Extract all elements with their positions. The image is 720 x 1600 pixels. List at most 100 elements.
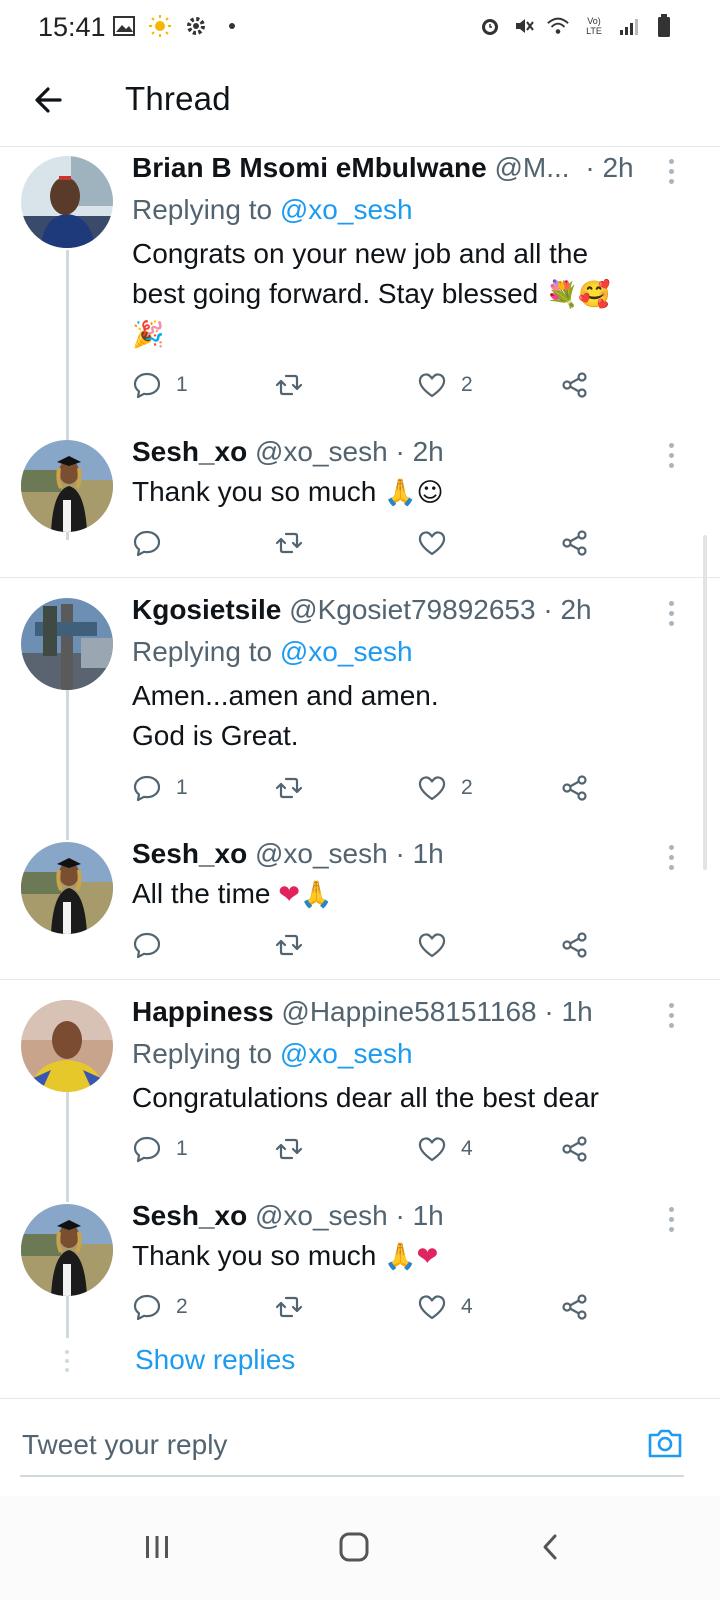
avatar[interactable] (21, 1204, 113, 1296)
tweet[interactable]: Happiness @Happine58151168 · 1h Replying… (0, 992, 720, 1202)
recent-apps-button[interactable] (134, 1524, 180, 1570)
tweet[interactable]: Sesh_xo @xo_sesh · 1h All the time ❤🙏 (0, 834, 720, 978)
more-options-button[interactable] (662, 598, 680, 628)
tweet-actions: 1 2 (132, 771, 602, 805)
share-button[interactable] (560, 928, 590, 962)
like-count: 2 (461, 373, 473, 396)
mention-link[interactable]: @xo_sesh (280, 1038, 413, 1069)
replying-to-label: Replying to (132, 1038, 273, 1069)
tweet-text-line: Congrats on your new job and all the (132, 238, 589, 269)
reply-icon (133, 775, 161, 802)
tweet[interactable]: Sesh_xo @xo_sesh · 2h Thank you so much … (0, 430, 720, 576)
divider (0, 979, 720, 980)
like-button[interactable]: 2 (417, 771, 473, 805)
emoji: ❤🙏 (278, 880, 333, 910)
tweet[interactable]: Brian B Msomi eMbulwane @M... · 2h Reply… (0, 150, 720, 540)
reply-icon (133, 932, 161, 959)
retweet-button[interactable] (274, 1132, 318, 1166)
home-icon (339, 1532, 369, 1562)
mention-link[interactable]: @xo_sesh (280, 636, 413, 667)
share-icon (562, 372, 587, 398)
tweet-time: 2h (560, 594, 592, 625)
avatar[interactable] (21, 842, 113, 934)
replying-to-label: Replying to (132, 194, 273, 225)
share-button[interactable] (560, 1132, 590, 1166)
tweet-text-line: best going forward. Stay blessed 💐🥰 (132, 278, 611, 310)
tweet-text-line: God is Great. (132, 720, 299, 751)
author-name[interactable]: Brian B Msomi eMbulwane (132, 152, 487, 183)
reply-icon (133, 530, 161, 557)
tweet-time: 1h (561, 996, 593, 1027)
author-name[interactable]: Sesh_xo (132, 838, 247, 869)
author-name[interactable]: Kgosietsile (132, 594, 281, 625)
more-options-button[interactable] (662, 842, 680, 872)
divider (0, 577, 720, 578)
author-handle[interactable]: @xo_sesh (255, 1200, 388, 1231)
retweet-button[interactable] (274, 928, 318, 962)
status-bar: 15:41 Vo) LTE (0, 0, 720, 54)
mention-link[interactable]: @xo_sesh (280, 194, 413, 225)
retweet-icon (275, 777, 303, 799)
more-options-button[interactable] (662, 1204, 680, 1234)
avatar[interactable] (21, 1000, 113, 1092)
share-button[interactable] (560, 771, 590, 805)
reply-button[interactable] (132, 526, 176, 560)
reply-button[interactable]: 2 (132, 1290, 188, 1324)
author-handle[interactable]: @xo_sesh (255, 838, 388, 869)
reply-button[interactable]: 1 (132, 368, 188, 402)
share-button[interactable] (560, 368, 590, 402)
avatar[interactable] (21, 156, 113, 248)
share-button[interactable] (560, 1290, 590, 1324)
retweet-button[interactable] (274, 771, 318, 805)
retweet-button[interactable] (274, 1290, 318, 1324)
avatar[interactable] (21, 440, 113, 532)
tweet[interactable]: Kgosietsile @Kgosiet79892653 · 2h Replyi… (0, 590, 720, 840)
heart-icon (418, 1295, 446, 1320)
more-options-button[interactable] (662, 156, 680, 186)
author-name[interactable]: Sesh_xo (132, 1200, 247, 1231)
scrollbar[interactable] (703, 535, 707, 870)
emoji: 🎉 (132, 320, 165, 350)
author-handle[interactable]: @xo_sesh (255, 436, 388, 467)
thread-continuation-dots (64, 1350, 70, 1374)
more-options-button[interactable] (662, 1000, 680, 1030)
tweet[interactable]: Sesh_xo @xo_sesh · 1h Thank you so much … (0, 1196, 720, 1338)
show-replies-link[interactable]: Show replies (135, 1344, 295, 1376)
retweet-icon (275, 532, 303, 554)
wifi-icon (546, 14, 570, 38)
reply-button[interactable]: 1 (132, 1132, 188, 1166)
tweet-actions: 1 2 (132, 368, 602, 402)
retweet-button[interactable] (274, 526, 318, 560)
reply-count: 1 (176, 1137, 188, 1160)
reply-input[interactable] (20, 1421, 624, 1469)
share-button[interactable] (560, 526, 590, 560)
author-handle[interactable]: @Happine58151168 (281, 996, 536, 1027)
retweet-icon (275, 374, 303, 396)
more-options-button[interactable] (662, 440, 680, 470)
retweet-button[interactable] (274, 368, 318, 402)
like-button[interactable]: 2 (417, 368, 473, 402)
like-button[interactable]: 4 (417, 1290, 473, 1324)
avatar[interactable] (21, 598, 113, 690)
like-button[interactable] (417, 526, 461, 560)
author-handle[interactable]: @M... (495, 152, 570, 183)
camera-button[interactable] (645, 1423, 685, 1463)
back-nav-button[interactable] (528, 1524, 574, 1570)
thread-line (66, 1296, 69, 1338)
share-icon (562, 932, 587, 958)
heart-icon (418, 933, 446, 958)
author-handle[interactable]: @Kgosiet79892653 (289, 594, 535, 625)
author-name[interactable]: Sesh_xo (132, 436, 247, 467)
replying-to: Replying to @xo_sesh (132, 1038, 413, 1070)
like-button[interactable]: 4 (417, 1132, 473, 1166)
system-navigation-bar (0, 1496, 720, 1600)
reply-button[interactable] (132, 928, 176, 962)
reply-button[interactable]: 1 (132, 771, 188, 805)
back-button[interactable] (30, 80, 70, 120)
tweet-actions (132, 928, 602, 962)
author-name[interactable]: Happiness (132, 996, 274, 1027)
back-icon (543, 1534, 557, 1560)
sun-icon (148, 14, 172, 38)
home-button[interactable] (331, 1524, 377, 1570)
like-button[interactable] (417, 928, 461, 962)
